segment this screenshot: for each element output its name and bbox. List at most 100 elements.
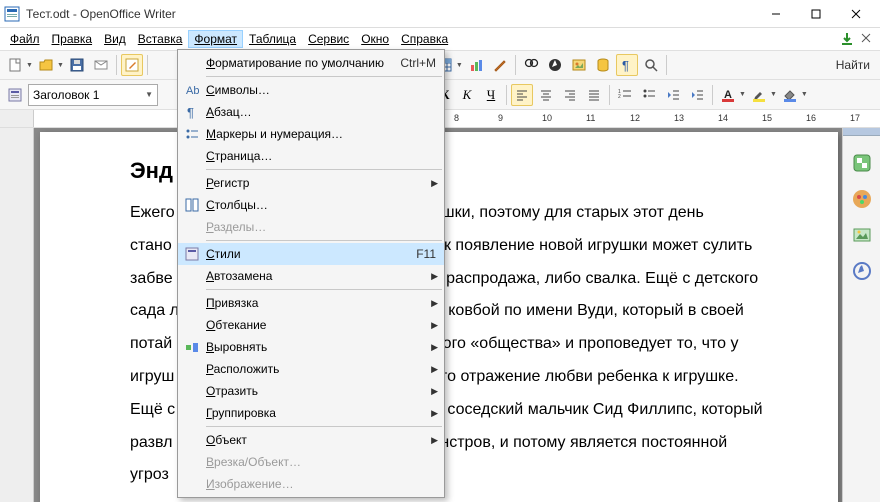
- submenu-arrow-icon: ▶: [425, 320, 438, 331]
- font-color-button[interactable]: A: [717, 84, 739, 106]
- blank-icon: [180, 382, 204, 400]
- align-center-button[interactable]: [535, 84, 557, 106]
- align-justify-button[interactable]: [583, 84, 605, 106]
- highlight-button[interactable]: [748, 84, 770, 106]
- bgcolor-button[interactable]: [779, 84, 801, 106]
- find-label[interactable]: Найти: [830, 58, 876, 72]
- edit-mode-button[interactable]: [121, 54, 143, 76]
- menu-file[interactable]: Файл: [4, 30, 46, 48]
- close-panel-icon[interactable]: [860, 32, 872, 46]
- menu-item[interactable]: Регистр▶: [178, 172, 444, 194]
- increase-indent-button[interactable]: [686, 84, 708, 106]
- ruler-tick: 9: [498, 113, 503, 123]
- ruler-tick: 11: [586, 113, 595, 123]
- underline-button[interactable]: Ч: [480, 84, 502, 106]
- minimize-button[interactable]: [756, 1, 796, 27]
- menu-item-label: Обтекание: [204, 318, 425, 332]
- menu-separator: [206, 240, 442, 241]
- menu-item-label: Стили: [204, 247, 416, 261]
- submenu-arrow-icon: ▶: [425, 298, 438, 309]
- list-icon: [180, 125, 204, 143]
- menu-item[interactable]: Отразить▶: [178, 380, 444, 402]
- download-update-icon[interactable]: [840, 32, 854, 46]
- new-doc-button[interactable]: [4, 54, 26, 76]
- submenu-arrow-icon: ▶: [425, 178, 438, 189]
- para-style-combo[interactable]: Заголовок 1▼: [28, 84, 158, 106]
- align-icon: [180, 338, 204, 356]
- menu-item[interactable]: Объект▶: [178, 429, 444, 451]
- menu-separator: [206, 169, 442, 170]
- blank-icon: [180, 54, 204, 72]
- menu-tools[interactable]: Сервис: [302, 30, 355, 48]
- blank-icon: [180, 267, 204, 285]
- menu-item[interactable]: Столбцы…: [178, 194, 444, 216]
- menu-format[interactable]: Формат: [188, 30, 243, 48]
- sidepanel-navigator-icon[interactable]: [849, 258, 875, 284]
- submenu-arrow-icon: ▶: [425, 386, 438, 397]
- menu-shortcut: F11: [416, 247, 438, 261]
- email-button[interactable]: [90, 54, 112, 76]
- submenu-arrow-icon: ▶: [425, 271, 438, 282]
- menu-item[interactable]: ¶ Абзац…: [178, 101, 444, 123]
- menu-item[interactable]: Привязка▶: [178, 292, 444, 314]
- menu-window[interactable]: Окно: [355, 30, 395, 48]
- menu-item[interactable]: Обтекание▶: [178, 314, 444, 336]
- gallery-button[interactable]: [568, 54, 590, 76]
- maximize-button[interactable]: [796, 1, 836, 27]
- svg-text:¶: ¶: [187, 105, 194, 120]
- para-icon: ¶: [180, 103, 204, 121]
- menu-item-label: Группировка: [204, 406, 425, 420]
- decrease-indent-button[interactable]: [662, 84, 684, 106]
- menu-item[interactable]: Страница…: [178, 145, 444, 167]
- ruler-tick: 8: [454, 113, 459, 123]
- styles-window-button[interactable]: [4, 84, 26, 106]
- open-button[interactable]: [35, 54, 57, 76]
- italic-button[interactable]: К: [456, 84, 478, 106]
- menu-table[interactable]: Таблица: [243, 30, 302, 48]
- navigator-button[interactable]: [544, 54, 566, 76]
- menu-item[interactable]: Группировка▶: [178, 402, 444, 424]
- menu-separator: [206, 426, 442, 427]
- menu-edit[interactable]: Правка: [46, 30, 99, 48]
- sidepanel-gallery-icon[interactable]: [849, 222, 875, 248]
- cols-icon: [180, 196, 204, 214]
- menu-insert[interactable]: Вставка: [132, 30, 189, 48]
- menu-item[interactable]: Маркеры и нумерация…: [178, 123, 444, 145]
- menu-item-label: Страница…: [204, 149, 438, 163]
- sidepanel-properties-icon[interactable]: [849, 150, 875, 176]
- menu-shortcut: Ctrl+M: [400, 56, 438, 70]
- sidepanel-styles-icon[interactable]: [849, 186, 875, 212]
- chart-button[interactable]: [465, 54, 487, 76]
- menu-item-label: Объект: [204, 433, 425, 447]
- save-button[interactable]: [66, 54, 88, 76]
- menu-item[interactable]: СтилиF11: [178, 243, 444, 265]
- menu-help[interactable]: Справка: [395, 30, 454, 48]
- menu-item[interactable]: AbСимволы…: [178, 79, 444, 101]
- align-right-button[interactable]: [559, 84, 581, 106]
- menu-item: Изображение…: [178, 473, 444, 495]
- zoom-button[interactable]: [640, 54, 662, 76]
- menu-separator: [206, 76, 442, 77]
- vertical-ruler[interactable]: [0, 128, 34, 502]
- menu-view[interactable]: Вид: [98, 30, 132, 48]
- close-button[interactable]: [836, 1, 876, 27]
- menu-item[interactable]: Расположить▶: [178, 358, 444, 380]
- submenu-arrow-icon: ▶: [425, 342, 438, 353]
- submenu-arrow-icon: ▶: [425, 435, 438, 446]
- nonprinting-button[interactable]: ¶: [616, 54, 638, 76]
- char-icon: Ab: [180, 81, 204, 99]
- find-button[interactable]: [520, 54, 542, 76]
- window-title: Тест.odt - OpenOffice Writer: [26, 7, 756, 21]
- menu-item-label: Абзац…: [204, 105, 438, 119]
- menu-item[interactable]: Автозамена▶: [178, 265, 444, 287]
- bullet-list-button[interactable]: [638, 84, 660, 106]
- blank-icon: [180, 218, 204, 236]
- styles-icon: [180, 245, 204, 263]
- menu-item[interactable]: Выровнять▶: [178, 336, 444, 358]
- menu-item[interactable]: Форматирование по умолчаниюCtrl+M: [178, 52, 444, 74]
- datasource-button[interactable]: [592, 54, 614, 76]
- align-left-button[interactable]: [511, 84, 533, 106]
- ruler-tick: 17: [850, 113, 860, 123]
- numbered-list-button[interactable]: 12: [614, 84, 636, 106]
- draw-button[interactable]: [489, 54, 511, 76]
